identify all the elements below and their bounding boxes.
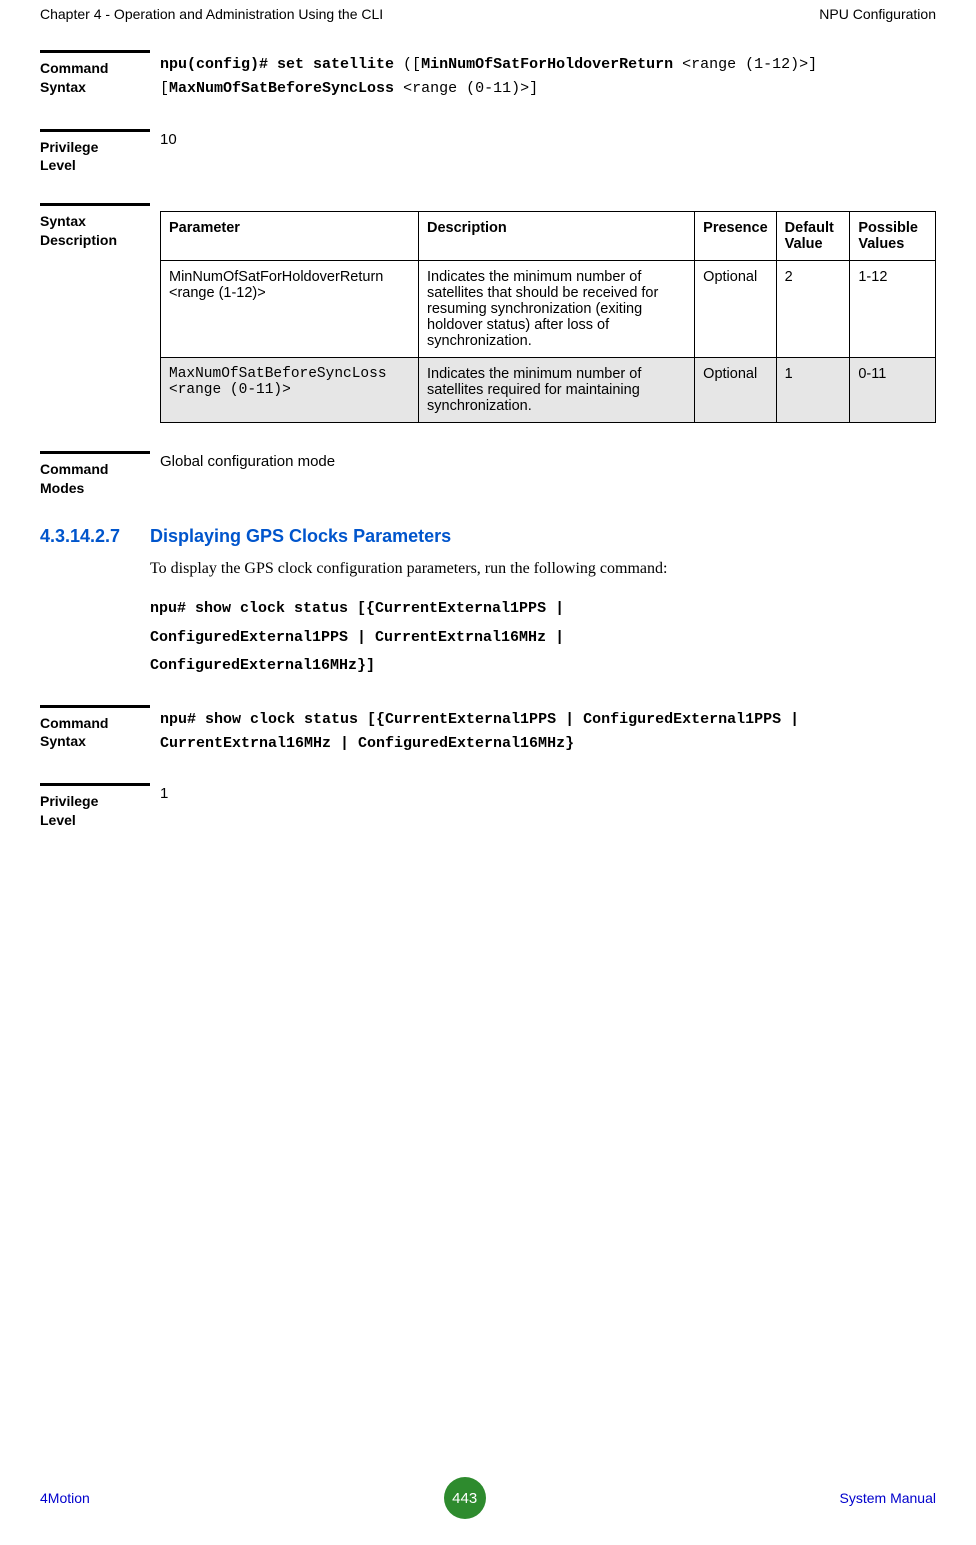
code-line: ConfiguredExternal1PPS | CurrentExtrnal1… bbox=[150, 624, 936, 653]
table-cell: 2 bbox=[776, 261, 850, 358]
code-line: npu# show clock status [{CurrentExternal… bbox=[150, 595, 936, 624]
code-line: ConfiguredExternal16MHz}] bbox=[150, 652, 936, 681]
table-header-cell: Description bbox=[419, 212, 695, 261]
table-cell: 1-12 bbox=[850, 261, 936, 358]
spec-content: Global configuration mode bbox=[160, 451, 936, 470]
spec2-block-0: Command Syntax npu# show clock status [{C… bbox=[40, 705, 936, 756]
spec-block-3: Command Modes Global configuration mode bbox=[40, 451, 936, 498]
table-cell: MaxNumOfSatBeforeSyncLoss <range (0-11)> bbox=[161, 358, 419, 423]
table-cell: MinNumOfSatForHoldoverReturn <range (1-1… bbox=[161, 261, 419, 358]
divider bbox=[40, 783, 150, 786]
header-right: NPU Configuration bbox=[819, 6, 936, 22]
footer-left: 4Motion bbox=[40, 1490, 90, 1506]
divider bbox=[40, 451, 150, 454]
spec2-label-col: Command Syntax bbox=[40, 705, 160, 752]
spec-block-0: Command Syntax npu(config)# set satellite… bbox=[40, 50, 936, 101]
spec2-content: npu# show clock status [{CurrentExternal… bbox=[160, 705, 936, 756]
spec2-content: 1 bbox=[160, 783, 936, 802]
specs-container: Command Syntax npu(config)# set satellite… bbox=[40, 50, 936, 498]
command-syntax-text: npu(config)# set satellite ([MinNumOfSat… bbox=[160, 52, 936, 101]
table-header-cell: Parameter bbox=[161, 212, 419, 261]
section-title: Displaying GPS Clocks Parameters bbox=[150, 526, 451, 547]
parameter-table: ParameterDescriptionPresenceDefault Valu… bbox=[160, 211, 936, 423]
table-header-cell: Presence bbox=[695, 212, 777, 261]
header-left: Chapter 4 - Operation and Administration… bbox=[40, 6, 383, 22]
spec-content: ParameterDescriptionPresenceDefault Valu… bbox=[160, 203, 936, 423]
spec-block-2: Syntax Description ParameterDescriptionPr… bbox=[40, 203, 936, 423]
spec-label: Privilege Level bbox=[40, 138, 150, 176]
spec-content: npu(config)# set satellite ([MinNumOfSat… bbox=[160, 50, 936, 101]
spec-label: Command Modes bbox=[40, 460, 150, 498]
spec2-label: Command Syntax bbox=[40, 714, 150, 752]
divider bbox=[40, 705, 150, 708]
specs2-container: Command Syntax npu# show clock status [{C… bbox=[40, 705, 936, 830]
table-row: MaxNumOfSatBeforeSyncLoss <range (0-11)>… bbox=[161, 358, 936, 423]
section-number: 4.3.14.2.7 bbox=[40, 526, 150, 547]
section-code: npu# show clock status [{CurrentExternal… bbox=[150, 595, 936, 681]
table-cell: Optional bbox=[695, 261, 777, 358]
page-header: Chapter 4 - Operation and Administration… bbox=[40, 0, 936, 50]
spec2-label: Privilege Level bbox=[40, 792, 150, 830]
spec2-block-1: Privilege Level 1 bbox=[40, 783, 936, 830]
section-heading: 4.3.14.2.7 Displaying GPS Clocks Paramet… bbox=[40, 526, 936, 547]
table-cell: 1 bbox=[776, 358, 850, 423]
table-row: MinNumOfSatForHoldoverReturn <range (1-1… bbox=[161, 261, 936, 358]
table-cell: Indicates the minimum number of satellit… bbox=[419, 261, 695, 358]
spec-label-col: Privilege Level bbox=[40, 129, 160, 176]
spec-label-col: Command Modes bbox=[40, 451, 160, 498]
divider bbox=[40, 203, 150, 206]
table-header-cell: Default Value bbox=[776, 212, 850, 261]
divider bbox=[40, 129, 150, 132]
table-header-row: ParameterDescriptionPresenceDefault Valu… bbox=[161, 212, 936, 261]
spec-label: Syntax Description bbox=[40, 212, 150, 250]
spec2-label-col: Privilege Level bbox=[40, 783, 160, 830]
footer-right: System Manual bbox=[840, 1490, 936, 1506]
spec-label-col: Command Syntax bbox=[40, 50, 160, 97]
spec-label-col: Syntax Description bbox=[40, 203, 160, 250]
command-syntax-text: npu# show clock status [{CurrentExternal… bbox=[160, 707, 936, 756]
spec-label: Command Syntax bbox=[40, 59, 150, 97]
table-cell: 0-11 bbox=[850, 358, 936, 423]
table-cell: Indicates the minimum number of satellit… bbox=[419, 358, 695, 423]
divider bbox=[40, 50, 150, 53]
section-body: To display the GPS clock configuration p… bbox=[150, 557, 936, 581]
spec-block-1: Privilege Level 10 bbox=[40, 129, 936, 176]
spec-content: 10 bbox=[160, 129, 936, 148]
table-header-cell: Possible Values bbox=[850, 212, 936, 261]
table-cell: Optional bbox=[695, 358, 777, 423]
page-footer: 4Motion 443 System Manual bbox=[40, 1477, 936, 1519]
page-number-badge: 443 bbox=[444, 1477, 486, 1519]
